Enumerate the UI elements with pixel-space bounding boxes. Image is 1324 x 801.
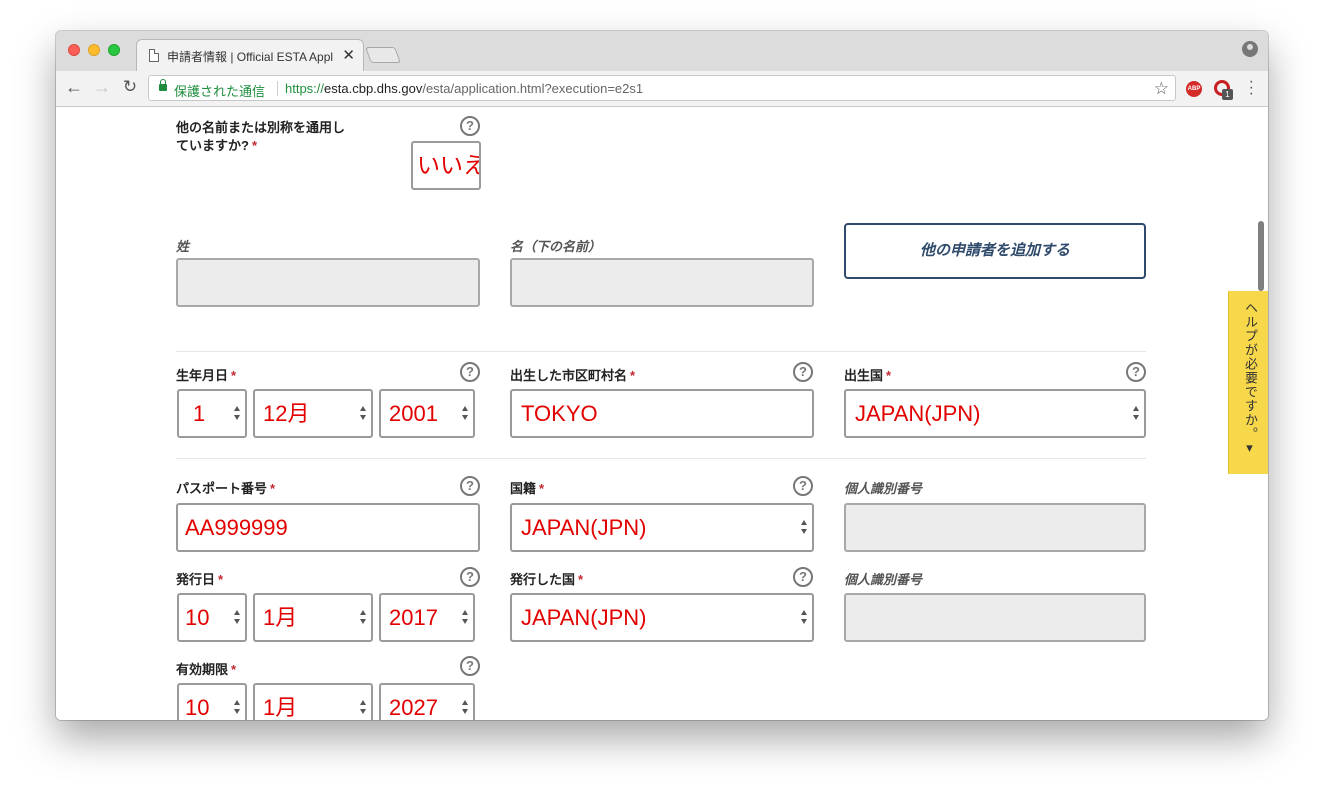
help-icon[interactable]: ?	[793, 567, 813, 587]
close-window-button[interactable]	[68, 44, 80, 56]
birth-country-select[interactable]: JAPAN(JPN)	[844, 389, 1146, 438]
secure-connection-label: 保護された通信	[174, 84, 266, 99]
required-mark: *	[251, 138, 258, 153]
application-form: 他の名前または別称を通用し ていますか? * ? いいえ 姓 名（下の名前） 他の…	[56, 108, 1268, 720]
alias-answer-select[interactable]: いいえ	[411, 141, 481, 190]
help-icon[interactable]: ?	[460, 476, 480, 496]
section-divider	[176, 351, 1146, 352]
browser-menu-icon[interactable]: · · ·	[1249, 74, 1254, 102]
help-icon[interactable]: ?	[460, 116, 480, 136]
tab-bar: 申請者情報 | Official ESTA Appl ✕	[56, 31, 1268, 71]
help-icon[interactable]: ?	[460, 656, 480, 676]
reload-icon[interactable]: ↻	[120, 77, 140, 97]
passport-number-label: パスポート番号 *	[176, 481, 276, 496]
expiry-year-select[interactable]: 2027	[379, 683, 475, 720]
personal-id-label: 個人識別番号	[844, 481, 923, 496]
nationality-label: 国籍 *	[510, 481, 545, 496]
browser-tab[interactable]: 申請者情報 | Official ESTA Appl ✕	[136, 39, 364, 71]
issue-month-select[interactable]: 1月	[253, 593, 373, 642]
help-side-tab-label: ヘルプが必要ですか。▾	[1243, 301, 1258, 457]
url-scheme: https://	[285, 81, 325, 96]
browser-window: 申請者情報 | Official ESTA Appl ✕ ← → ↻ 保護された…	[56, 31, 1268, 720]
profile-icon[interactable]	[1242, 41, 1258, 57]
birth-month-select[interactable]: 12月	[253, 389, 373, 438]
help-icon[interactable]: ?	[460, 362, 480, 382]
expiry-date-label: 有効期限 *	[176, 662, 237, 677]
birth-city-label: 出生した市区町村名 *	[510, 368, 636, 383]
issue-day-select[interactable]: 10	[177, 593, 247, 642]
back-arrow-icon[interactable]: ←	[64, 77, 84, 98]
url-path: /esta/application.html?execution=e2s1	[422, 81, 644, 96]
help-icon[interactable]: ?	[1126, 362, 1146, 382]
personal-id-input[interactable]	[844, 503, 1146, 552]
address-bar[interactable]: 保護された通信 https://esta.cbp.dhs.gov/esta/ap…	[148, 75, 1176, 101]
alias-question-line2: ていますか?	[176, 138, 249, 153]
forward-arrow-icon[interactable]: →	[92, 77, 112, 98]
alias-surname-input[interactable]	[176, 258, 480, 307]
expiry-month-select[interactable]: 1月	[253, 683, 373, 720]
url-host: esta.cbp.dhs.gov	[324, 81, 423, 96]
issue-year-select[interactable]: 2017	[379, 593, 475, 642]
help-icon[interactable]: ?	[793, 476, 813, 496]
personal-id-label-2: 個人識別番号	[844, 572, 923, 587]
close-tab-icon[interactable]: ✕	[342, 46, 355, 64]
given-name-label: 名（下の名前）	[510, 239, 602, 254]
browser-toolbar: ← → ↻ 保護された通信 https://esta.cbp.dhs.gov/e…	[56, 71, 1268, 107]
personal-id-input-2[interactable]	[844, 593, 1146, 642]
alias-question-line1: 他の名前または別称を通用し	[176, 120, 346, 135]
extension-badge: 1	[1222, 89, 1233, 100]
tab-title: 申請者情報 | Official ESTA Appl	[167, 50, 334, 64]
minimize-window-button[interactable]	[88, 44, 100, 56]
adblock-plus-icon[interactable]: ABP	[1186, 81, 1202, 97]
lock-icon	[159, 79, 167, 91]
issue-date-label: 発行日 *	[176, 572, 224, 587]
bookmark-star-icon[interactable]: ☆	[1154, 79, 1169, 99]
birth-year-select[interactable]: 2001	[379, 389, 475, 438]
address-separator	[277, 81, 278, 96]
birth-date-label: 生年月日 *	[176, 368, 237, 383]
help-side-tab[interactable]: ヘルプが必要ですか。▾	[1228, 291, 1268, 474]
document-icon	[149, 49, 159, 62]
zoom-window-button[interactable]	[108, 44, 120, 56]
section-divider	[176, 458, 1146, 459]
help-icon[interactable]: ?	[460, 567, 480, 587]
birth-country-label: 出生国 *	[844, 368, 892, 383]
alias-given-name-input[interactable]	[510, 258, 814, 307]
alias-question-label: 他の名前または別称を通用し ていますか? *	[176, 119, 345, 155]
passport-number-input[interactable]: AA999999	[176, 503, 480, 552]
expiry-day-select[interactable]: 10	[177, 683, 247, 720]
issuing-country-label: 発行した国 *	[510, 572, 584, 587]
nationality-select[interactable]: JAPAN(JPN)	[510, 503, 814, 552]
scrollbar-thumb[interactable]	[1258, 221, 1264, 291]
birth-city-input[interactable]: TOKYO	[510, 389, 814, 438]
surname-label: 姓	[176, 239, 190, 254]
add-applicant-button[interactable]: 他の申請者を追加する	[844, 223, 1146, 279]
birth-day-select[interactable]: 1	[177, 389, 247, 438]
new-tab-button[interactable]	[365, 47, 401, 63]
help-icon[interactable]: ?	[793, 362, 813, 382]
issuing-country-select[interactable]: JAPAN(JPN)	[510, 593, 814, 642]
url-text[interactable]: https://esta.cbp.dhs.gov/esta/applicatio…	[285, 81, 643, 96]
